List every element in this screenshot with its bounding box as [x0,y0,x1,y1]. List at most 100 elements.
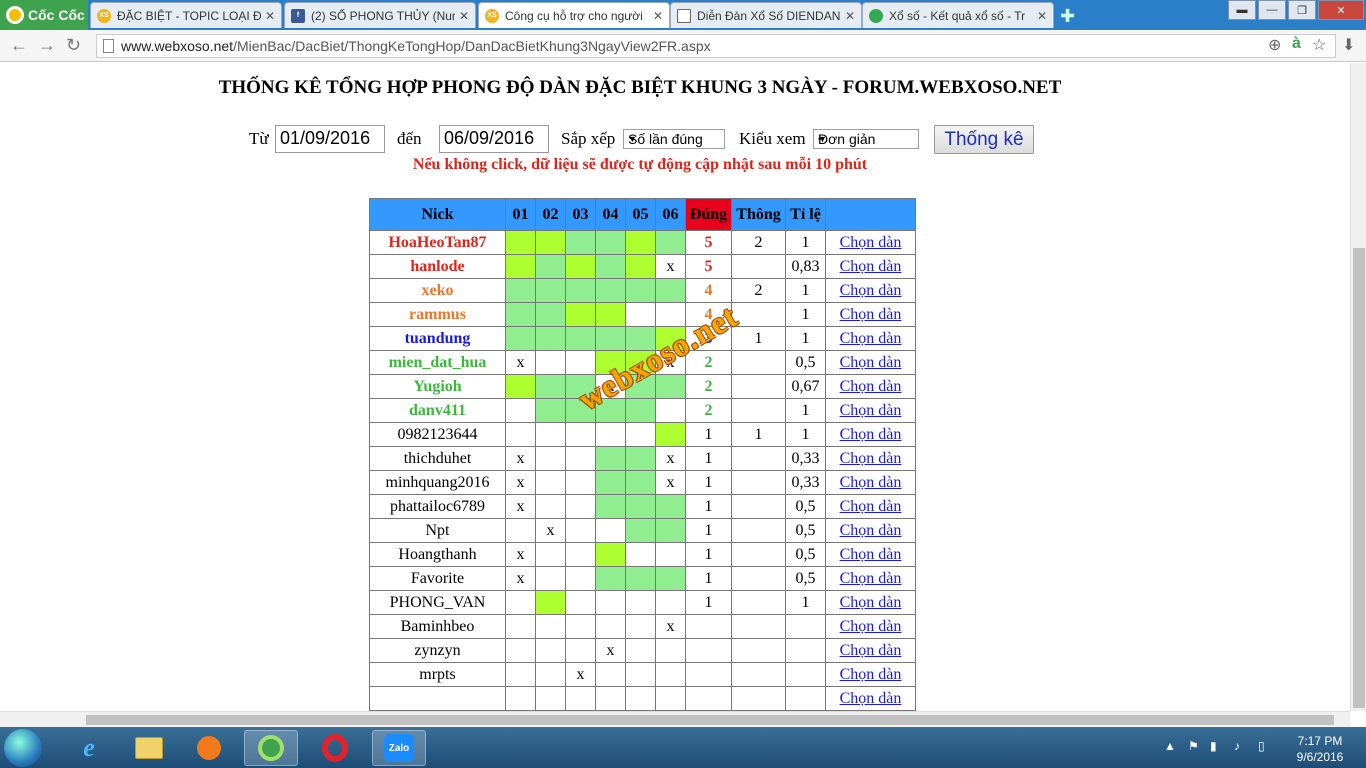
menu-button[interactable]: ▬ [1228,0,1256,20]
chon-dan-link[interactable]: Chọn dàn [840,618,902,635]
table-row: Hoangthanh x 1 0,5 Chọn dàn [369,542,916,567]
table-row: tuandung 3 1 1 Chọn dàn [369,326,916,351]
translate-icon[interactable]: à [1292,35,1301,53]
chon-dan-link[interactable]: Chọn dàn [840,522,902,539]
explorer-icon[interactable] [122,730,176,766]
action-cell: Chọn dàn [825,590,916,615]
dung-cell: 1 [685,590,732,615]
vertical-scrollbar[interactable] [1350,63,1366,711]
chon-dan-link[interactable]: Chọn dàn [840,282,902,299]
dung-cell: 1 [685,422,732,447]
chon-dan-link[interactable]: Chọn dàn [840,426,902,443]
day-cell [565,326,596,351]
nick-cell: hanlode [369,254,506,279]
chon-dan-link[interactable]: Chọn dàn [840,690,902,707]
close-window-button[interactable]: ✕ [1318,0,1364,20]
to-date-input[interactable]: 06/09/2016 [439,125,549,153]
day-cell [595,446,626,471]
opera-icon[interactable] [308,730,362,766]
action-cell: Chọn dàn [825,662,916,687]
clock[interactable]: 7:17 PM 9/6/2016 [1292,733,1348,765]
chon-dan-link[interactable]: Chọn dàn [840,330,902,347]
chon-dan-link[interactable]: Chọn dàn [840,666,902,683]
tab-1[interactable]: XS ĐẶC BIỆT - TOPIC LOẠI Đ ✕ [90,2,282,28]
minimize-button[interactable]: — [1258,0,1286,20]
header-day-01: 01 [505,198,536,231]
day-cell [535,230,566,255]
back-icon[interactable]: ← [10,35,28,56]
chon-dan-link[interactable]: Chọn dàn [840,546,902,563]
table-row: Chọn dàn [369,686,916,711]
page-title: THỐNG KÊ TỔNG HỢP PHONG ĐỘ DÀN ĐẶC BIỆT … [218,77,1062,98]
chon-dan-link[interactable]: Chọn dàn [840,642,902,659]
flag-icon[interactable]: ⚑ [1188,739,1199,753]
coccoc-icon[interactable] [244,730,298,766]
table-row: mien_dat_hua x x 2 0,5 Chọn dàn [369,350,916,375]
chon-dan-link[interactable]: Chọn dàn [840,498,902,515]
thong-cell [731,470,786,495]
tab-label: Xổ số - Kết quả xổ số - Tr [889,8,1026,23]
chon-dan-link[interactable]: Chọn dàn [840,354,902,371]
thong-cell [731,494,786,519]
nick-cell: minhquang2016 [369,470,506,495]
close-icon[interactable]: ✕ [459,9,469,23]
table-row: phattailoc6789 x 1 0,5 Chọn dàn [369,494,916,519]
stats-table: Nick 01 02 03 04 05 06 Đúng Thông Tỉ lệ … [369,198,916,711]
scroll-thumb[interactable] [1353,248,1365,708]
chon-dan-link[interactable]: Chọn dàn [840,594,902,611]
media-player-icon[interactable] [182,730,236,766]
close-icon[interactable]: ✕ [265,9,275,23]
table-row: thichduhet x x 1 0,33 Chọn dàn [369,446,916,471]
volume-icon[interactable]: ♪ [1234,739,1240,753]
battery-icon[interactable]: ▯ [1258,739,1265,753]
chon-dan-link[interactable]: Chọn dàn [840,306,902,323]
download-icon[interactable]: ⬇ [1342,35,1355,55]
action-cell: Chọn dàn [825,422,916,447]
coccoc-logo[interactable]: Cốc Cốc [0,0,88,30]
header-nick[interactable]: Nick [369,198,506,231]
view-select[interactable]: Đơn giản ▼ [813,129,919,149]
chon-dan-link[interactable]: Chọn dàn [840,402,902,419]
day-cell [655,662,686,687]
submit-button[interactable]: Thống kê [934,125,1034,154]
scroll-thumb[interactable] [86,715,1334,725]
chon-dan-link[interactable]: Chọn dàn [840,474,902,491]
close-icon[interactable]: ✕ [1037,9,1047,23]
maximize-button[interactable]: ❐ [1288,0,1316,20]
dung-cell: 4 [685,302,732,327]
chon-dan-link[interactable]: Chọn dàn [840,450,902,467]
network-icon[interactable]: ▮ [1210,739,1217,753]
from-date-input[interactable]: 01/09/2016 [275,125,385,153]
horizontal-scrollbar[interactable] [0,711,1350,727]
sort-select[interactable]: Số lần đúng ▼ [623,129,725,149]
nick-cell: thichduhet [369,446,506,471]
tab-3[interactable]: XS Công cụ hỗ trợ cho người ✕ [478,2,670,28]
chon-dan-link[interactable]: Chọn dàn [840,234,902,251]
day-cell [655,590,686,615]
start-button[interactable] [4,729,42,767]
dung-cell: 5 [685,254,732,279]
forward-icon[interactable]: → [38,35,56,56]
reload-icon[interactable]: ↻ [66,35,81,56]
close-icon[interactable]: ✕ [653,9,663,23]
bookmark-star-icon[interactable]: ☆ [1312,35,1326,55]
nick-cell: zynzyn [369,638,506,663]
day-cell [655,686,686,711]
new-tab-icon[interactable]: ✚ [1060,6,1075,27]
chon-dan-link[interactable]: Chọn dàn [840,570,902,587]
chon-dan-link[interactable]: Chọn dàn [840,378,902,395]
header-day-03: 03 [565,198,596,231]
zalo-icon[interactable]: Zalo [372,730,426,766]
day-cell [535,326,566,351]
chon-dan-link[interactable]: Chọn dàn [840,258,902,275]
tab-4[interactable]: Diễn Đàn Xổ Số DIENDAN ✕ [670,2,862,28]
day-cell [565,374,596,399]
url-input[interactable]: www.webxoso.net/MienBac/DacBiet/ThongKeT… [96,34,1336,58]
action-cell: Chọn dàn [825,494,916,519]
tab-2[interactable]: f (2) SỐ PHONG THỦY (Num ✕ [284,2,476,28]
tray-arrow-icon[interactable]: ▲ [1164,739,1176,753]
zoom-icon[interactable]: ⊕ [1268,35,1281,55]
ie-icon[interactable]: e [62,730,116,766]
close-icon[interactable]: ✕ [845,9,855,23]
tab-5[interactable]: Xổ số - Kết quả xổ số - Tr ✕ [862,2,1054,28]
